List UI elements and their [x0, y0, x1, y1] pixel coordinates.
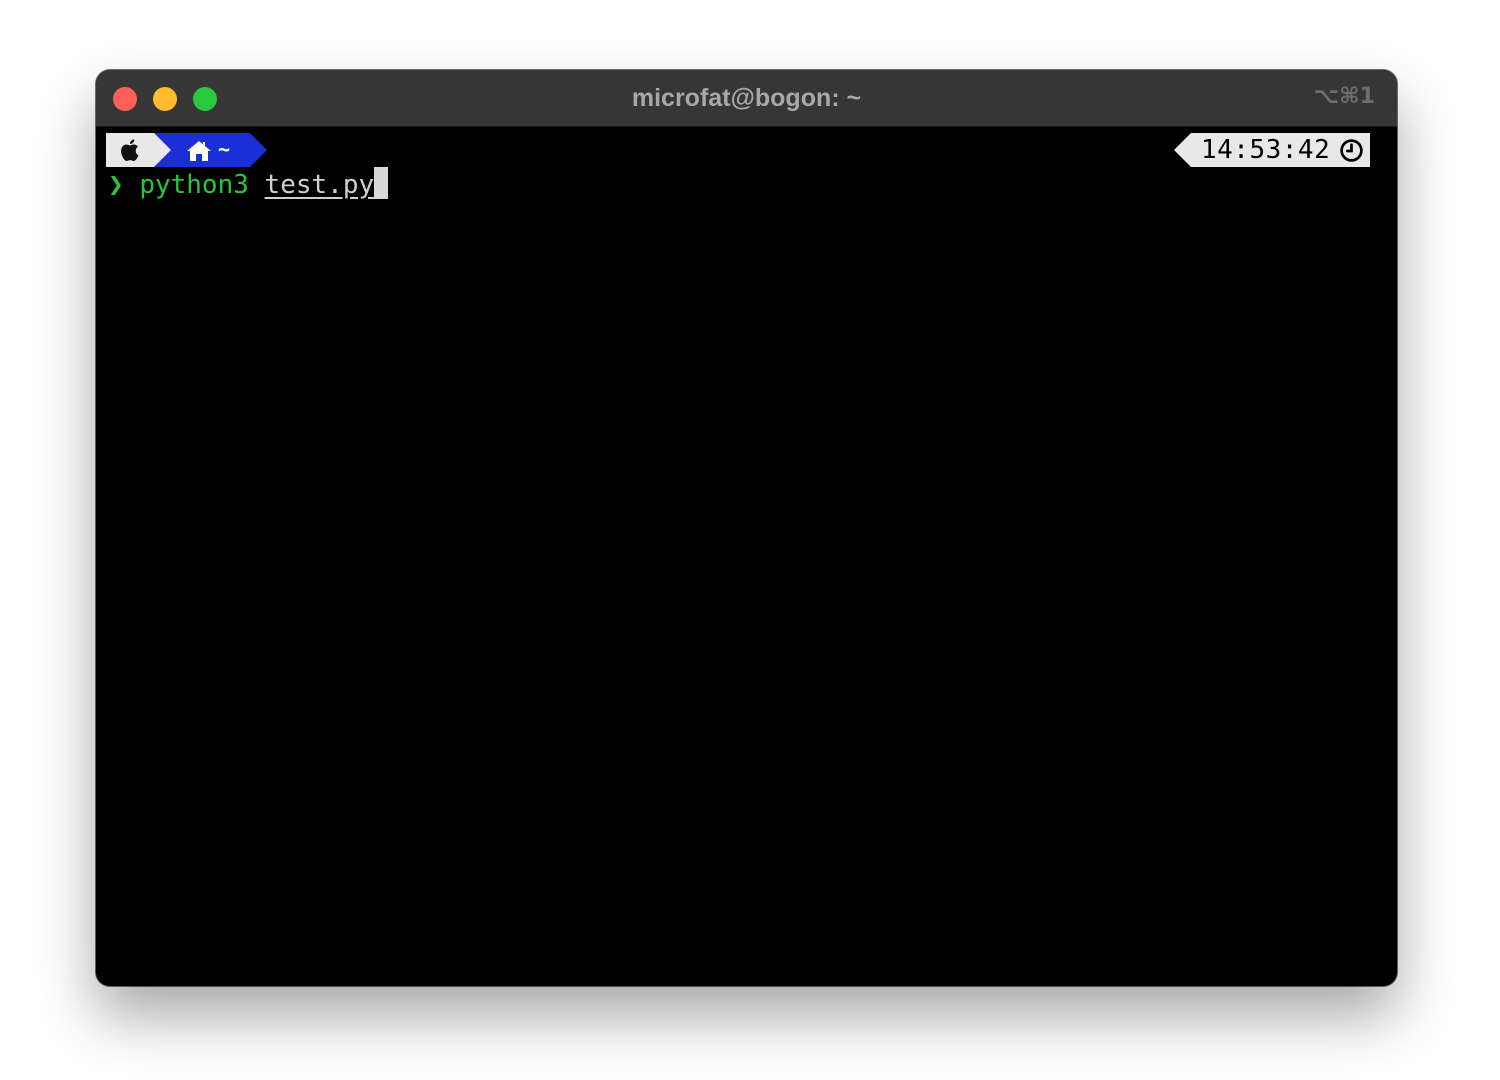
time-segment: 14:53:42 — [1191, 133, 1370, 167]
title-bar[interactable]: microfat@bogon: ~ ⌥⌘1 — [96, 70, 1397, 127]
current-directory: ~ — [218, 137, 231, 161]
prompt-time: 14:53:42 — [1201, 135, 1331, 165]
clock-icon — [1340, 139, 1363, 162]
window-title: microfat@bogon: ~ — [631, 84, 862, 112]
command-program: python3 — [139, 170, 249, 200]
prompt-char: ❯ — [108, 170, 124, 200]
text-cursor — [374, 167, 389, 199]
apple-icon — [121, 139, 139, 161]
terminal-pane[interactable]: ~ 14:53:42 ❯ python3 test.py — [96, 127, 1397, 986]
command-line[interactable]: ❯ python3 test.py — [108, 167, 389, 203]
command-argument: test.py — [264, 170, 375, 200]
terminal-window: microfat@bogon: ~ ⌥⌘1 ~ 14:53:42 ❯ pytho… — [96, 70, 1397, 986]
time-segment-separator — [1174, 133, 1191, 167]
tab-shortcut: ⌥⌘1 — [1313, 84, 1375, 109]
directory-segment-separator — [250, 133, 267, 167]
os-segment-separator — [154, 133, 171, 167]
home-icon — [187, 141, 211, 161]
